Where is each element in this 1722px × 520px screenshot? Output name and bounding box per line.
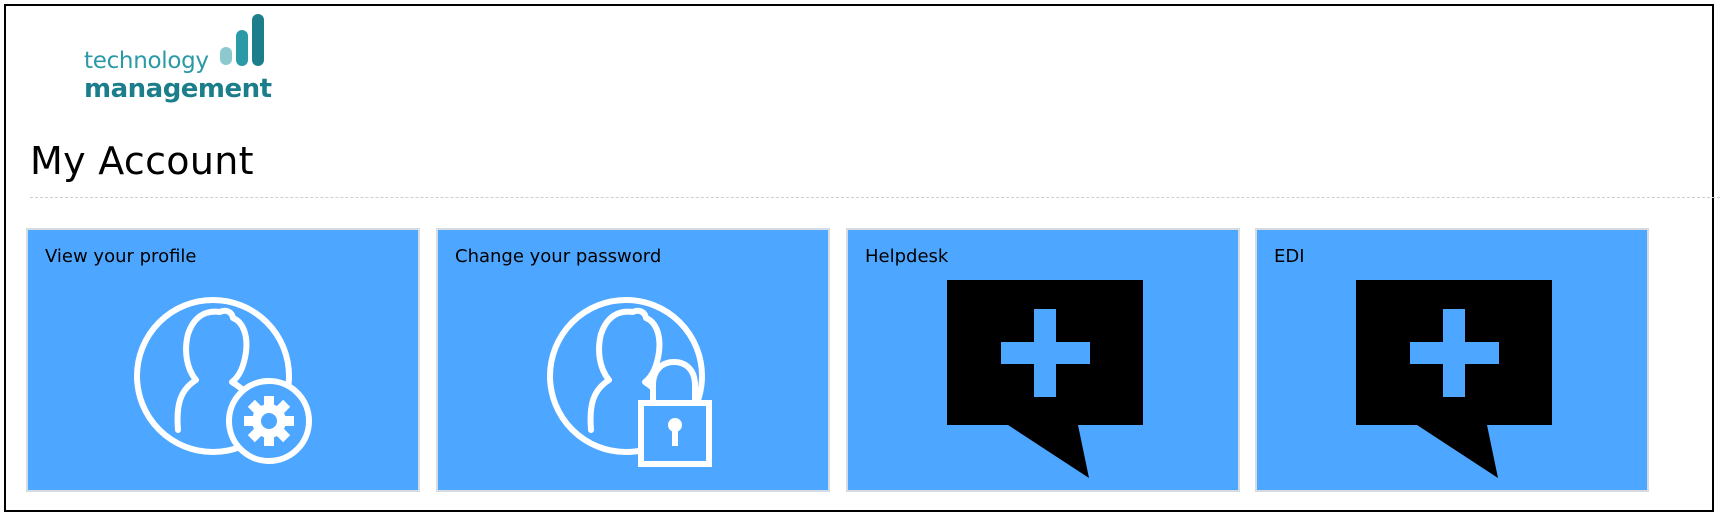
- tile-edi[interactable]: EDI: [1255, 228, 1649, 492]
- title-divider: [30, 197, 1720, 198]
- user-lock-icon: [547, 297, 712, 467]
- logo-bars-icon: [220, 14, 264, 66]
- tile-change-password[interactable]: Change your password: [436, 228, 830, 492]
- logo-text-technology: technology: [84, 48, 209, 74]
- tile-helpdesk[interactable]: Helpdesk: [846, 228, 1240, 492]
- page-frame: technology management My Account View yo…: [4, 4, 1720, 512]
- speech-bubble-plus-icon: [947, 280, 1143, 478]
- user-settings-icon: [134, 297, 312, 464]
- page-title: My Account: [30, 139, 254, 183]
- speech-bubble-plus-icon: [1356, 280, 1552, 478]
- tile-view-profile[interactable]: View your profile: [26, 228, 420, 492]
- company-logo[interactable]: technology management: [84, 14, 284, 106]
- logo-text-management: management: [84, 74, 272, 104]
